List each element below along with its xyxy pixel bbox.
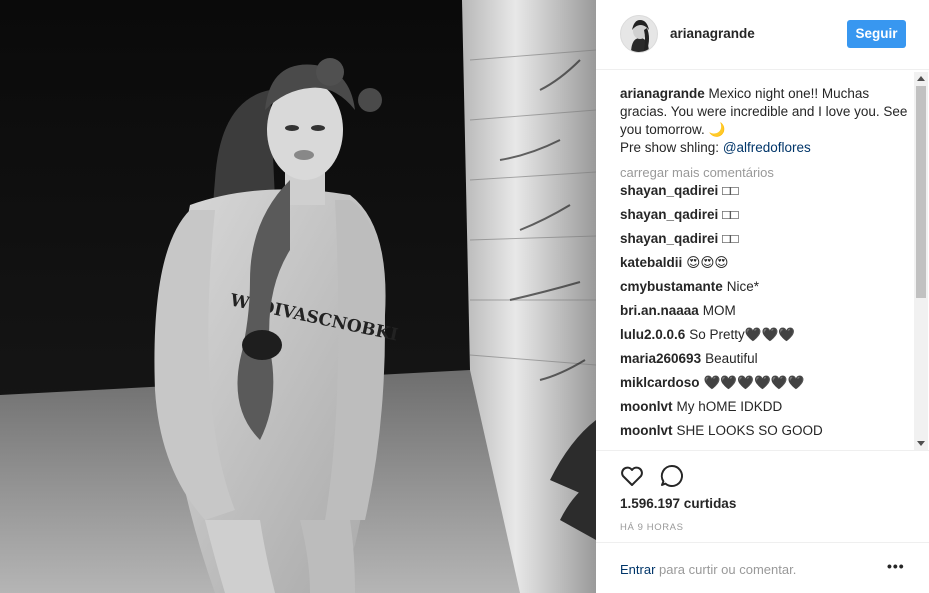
- comment-text: My hOME IDKDD: [676, 399, 783, 414]
- post-timestamp: HÁ 9 HORAS: [620, 522, 684, 533]
- comment-text: □□: [722, 183, 739, 198]
- scroll-down-icon[interactable]: [917, 441, 925, 446]
- comment-icon[interactable]: [658, 462, 686, 490]
- comment-username[interactable]: miklcardoso: [620, 375, 700, 390]
- comment-text: Nice*: [726, 279, 760, 294]
- comment-text: 😍😍😍: [686, 255, 729, 270]
- comments-scrollbar[interactable]: [914, 72, 928, 450]
- likes-count[interactable]: 1.596.197 curtidas: [620, 496, 736, 511]
- comment-row: miklcardoso 🖤🖤🖤🖤🖤🖤: [620, 373, 910, 397]
- comment-username[interactable]: moonlvt: [620, 423, 673, 438]
- comment-username[interactable]: katebaldii: [620, 255, 682, 270]
- comment-text: MOM: [702, 303, 736, 318]
- login-link[interactable]: Entrar: [620, 562, 655, 577]
- scrollbar-thumb[interactable]: [916, 86, 926, 298]
- comment-username[interactable]: moonlvt: [620, 399, 673, 414]
- comment-row: shayan_qadirei □□: [620, 205, 910, 229]
- comment-username[interactable]: shayan_qadirei: [620, 231, 718, 246]
- login-prompt: Entrar para curtir ou comentar.: [620, 562, 796, 577]
- post-header: arianagrande Seguir: [596, 0, 929, 70]
- scroll-up-icon[interactable]: [917, 76, 925, 81]
- comment-text: □□: [722, 231, 739, 246]
- comment-row: lulu2.0.0.6 So Pretty🖤🖤🖤: [620, 325, 910, 349]
- login-prompt-text: para curtir ou comentar.: [655, 562, 797, 577]
- comment-username[interactable]: maria260693: [620, 351, 701, 366]
- comment-row: bri.an.naaaa MOM: [620, 301, 910, 325]
- comment-text: 🖤🖤🖤🖤🖤🖤: [703, 375, 805, 390]
- follow-button[interactable]: Seguir: [847, 20, 906, 48]
- comment-username[interactable]: shayan_qadirei: [620, 183, 718, 198]
- comment-row: moonlvt My hOME IDKDD: [620, 397, 910, 421]
- comment-username[interactable]: cmybustamante: [620, 279, 723, 294]
- post-photo: W•DIVASCNOBKI: [0, 0, 596, 593]
- post-caption: arianagrande Mexico night one!! Muchas g…: [620, 85, 910, 157]
- comment-text: Beautiful: [705, 351, 758, 366]
- comment-row: moonlvt SHE LOOKS SO GOOD: [620, 421, 910, 445]
- post-sidebar: arianagrande Seguir arianagrande Mexico …: [596, 0, 929, 593]
- comment-row: cmybustamante Nice*: [620, 277, 910, 301]
- caption-mention[interactable]: @alfredoflores: [723, 140, 811, 155]
- heart-icon[interactable]: [618, 462, 646, 490]
- comment-username[interactable]: shayan_qadirei: [620, 207, 718, 222]
- header-username[interactable]: arianagrande: [670, 26, 755, 41]
- load-more-comments[interactable]: carregar mais comentários: [620, 165, 910, 181]
- comment-username[interactable]: bri.an.naaaa: [620, 303, 699, 318]
- comment-text: □□: [722, 207, 739, 222]
- avatar[interactable]: [620, 15, 658, 53]
- comment-row: shayan_qadirei □□: [620, 229, 910, 253]
- comments-list[interactable]: arianagrande Mexico night one!! Muchas g…: [596, 70, 929, 450]
- post-footer: Entrar para curtir ou comentar. •••: [596, 542, 929, 593]
- caption-text-2: Pre show shling:: [620, 140, 723, 155]
- comment-row: shayan_qadirei □□: [620, 181, 910, 205]
- comment-row: katebaldii 😍😍😍: [620, 253, 910, 277]
- more-options-icon[interactable]: •••: [887, 559, 907, 577]
- caption-username[interactable]: arianagrande: [620, 86, 705, 101]
- post-actions: 1.596.197 curtidas HÁ 9 HORAS: [596, 450, 929, 542]
- comment-username[interactable]: lulu2.0.0.6: [620, 327, 685, 342]
- comment-text: So Pretty🖤🖤🖤: [689, 327, 796, 342]
- comment-row: maria260693 Beautiful: [620, 349, 910, 373]
- comment-text: SHE LOOKS SO GOOD: [676, 423, 823, 438]
